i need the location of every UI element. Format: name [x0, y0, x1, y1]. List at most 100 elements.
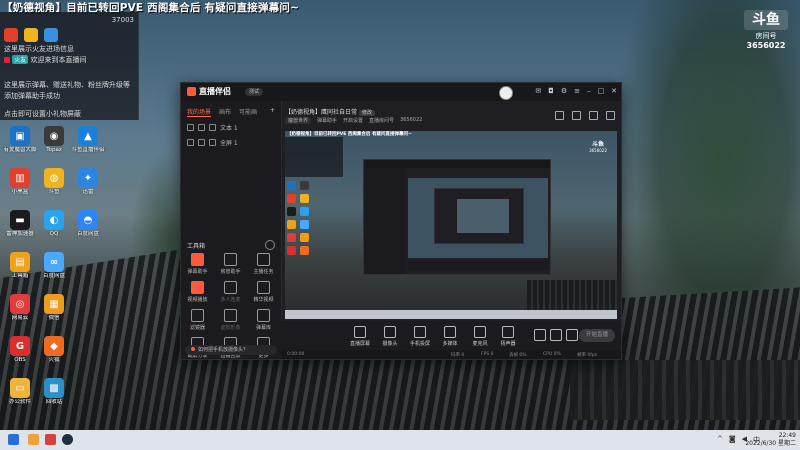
tab-my-scene[interactable]: 我的场景	[187, 107, 212, 117]
app-icon: ◉	[44, 126, 64, 146]
taskbar-clock[interactable]: 22:49 2022/6/30 星期二	[745, 432, 796, 448]
app-version-badge: 测试	[245, 88, 264, 96]
live-preview[interactable]: 【奶德视角】目前已转回PVE 西阁集合后 有疑问直接弹幕问~ 斗鱼 365602…	[285, 131, 617, 319]
tool-label: 弹幕库	[255, 325, 271, 331]
lock-icon[interactable]	[198, 124, 205, 131]
tool-highlight-video[interactable]: 精华视频	[247, 281, 280, 303]
settings-icon[interactable]: ⚙	[561, 87, 567, 95]
desktop-icon[interactable]: ▩ 回收站	[34, 378, 74, 406]
overlay-line5: 点击即可设置小礼物屏蔽	[4, 110, 81, 118]
tool-label: 视频播放	[187, 297, 208, 303]
camera-button[interactable]: 摄像头	[373, 326, 407, 347]
desktop-icon[interactable]: ∞ 百度网盘	[34, 252, 74, 280]
maximize-icon[interactable]: □	[598, 87, 605, 95]
tool-danmaku-lib[interactable]: 弹幕库	[247, 309, 280, 331]
close-icon[interactable]: ✕	[611, 87, 617, 95]
toolbox-settings-icon[interactable]	[265, 240, 275, 250]
app-icon: ▬	[10, 210, 30, 230]
desktop-icon[interactable]: ✦ 迅雷	[68, 168, 108, 196]
fullscreen-icon[interactable]	[606, 111, 615, 120]
gift-icon[interactable]: ◘	[548, 87, 554, 95]
gear-icon[interactable]	[565, 326, 579, 341]
speaker-button[interactable]: 扬声器	[491, 326, 525, 347]
filter-icon	[191, 309, 204, 322]
scene-item-text[interactable]: 文本 1	[181, 117, 281, 132]
lock-icon[interactable]	[198, 139, 205, 146]
network-icon[interactable]: ◙	[729, 435, 736, 445]
tab-third[interactable]: 可能画	[239, 107, 257, 117]
tool-label: 多人连麦	[220, 297, 241, 303]
phone-cast-button[interactable]: 手机投屏	[403, 326, 437, 347]
app-icon: ▦	[44, 294, 64, 314]
toolbox-title: 工具箱	[187, 243, 206, 250]
mic-settings-icon[interactable]	[549, 326, 563, 341]
multimedia-icon	[444, 326, 456, 338]
add-scene-button[interactable]: +	[270, 107, 275, 117]
app-titlebar[interactable]: 直播伴侣 测试 ✉ ◘ ⚙ ≡ – □ ✕	[181, 83, 621, 101]
video-play-icon	[191, 281, 204, 294]
taskbar-app-icon[interactable]	[28, 434, 39, 445]
layout-icon[interactable]	[555, 111, 564, 120]
camera-help-text: 如何把手机放摄像头？	[198, 347, 249, 353]
preview-icon	[287, 246, 296, 255]
tool-video-play[interactable]: 视频播放	[181, 281, 214, 303]
live-companion-window[interactable]: 直播伴侣 测试 ✉ ◘ ⚙ ≡ – □ ✕ 我的场景 画布 可能画 + 文本 1	[180, 82, 622, 360]
preview-icon	[300, 220, 309, 229]
avatar[interactable]	[499, 86, 513, 100]
tab-canvas[interactable]: 画布	[219, 107, 231, 117]
wallpaper-wall	[570, 360, 800, 420]
taskbar-app-icon[interactable]	[62, 434, 73, 445]
tool-avatar[interactable]: 虚拟形象	[214, 309, 247, 331]
scene-panel: 我的场景 画布 可能画 + 文本 1 全屏 1 工具箱 弹幕助手 房管助手 主播任务…	[181, 101, 282, 359]
minimize-icon[interactable]: –	[587, 87, 591, 95]
meta-room-label: 直播房间号	[369, 118, 395, 124]
overlay-badge: 火友	[12, 55, 29, 64]
mirror-icon[interactable]	[572, 111, 581, 120]
info-dot-icon	[191, 347, 195, 351]
tool-streamer-tasks[interactable]: 主播任务	[247, 253, 280, 275]
record-icon[interactable]	[533, 326, 547, 341]
mail-icon[interactable]: ✉	[535, 87, 541, 95]
danmaku-helper-icon	[191, 253, 204, 266]
camera-help-link[interactable]: 如何把手机放摄像头？	[185, 345, 277, 355]
tool-multi-mic[interactable]: 多人连麦	[214, 281, 247, 303]
taskbar-app-icon[interactable]	[45, 434, 56, 445]
desktop-icon[interactable]: ◆ 火狐	[34, 336, 74, 364]
rotate-icon[interactable]	[589, 111, 598, 120]
tool-filter[interactable]: 滤镜器	[181, 309, 214, 331]
status-framerate: 帧率 0fps	[577, 353, 598, 358]
meta-danmaku[interactable]: 弹幕助手	[317, 117, 337, 124]
menu-icon[interactable]: ≡	[574, 87, 580, 95]
preview-icon	[287, 207, 296, 216]
tool-room-admin[interactable]: 房管助手	[214, 253, 247, 275]
tool-label: 房管助手	[220, 269, 241, 275]
app-icon: ◍	[44, 168, 64, 188]
nested-controls	[408, 260, 548, 270]
start-live-button[interactable]: 开始直播	[579, 329, 615, 342]
room-meta: 魔兽世界 弹幕助手 开启设置 直播房间号 3656022	[285, 117, 422, 124]
streamer-tasks-icon	[257, 253, 270, 266]
desktop-icon[interactable]: ▦ 微信	[34, 294, 74, 322]
eye-icon[interactable]	[187, 139, 194, 146]
chevron-up-icon[interactable]: ^	[717, 435, 723, 445]
screen-capture-button[interactable]: 直播屏幕	[343, 326, 377, 347]
room-title-bar: 【奶德视角】鹰同社自日常 修改	[285, 107, 375, 116]
desktop-icon[interactable]: ▲ 斗鱼直播伴侣	[68, 126, 108, 154]
overlay-line1: 这里展示火友进场信息	[4, 45, 74, 53]
edit-room-button[interactable]: 修改	[358, 110, 375, 116]
category-chip[interactable]: 魔兽世界	[285, 117, 312, 124]
app-icon: ▥	[10, 168, 30, 188]
multimedia-button[interactable]: 多媒体	[433, 326, 467, 347]
preview-overlay-panel	[285, 137, 343, 177]
windows-start-icon[interactable]	[8, 434, 19, 445]
scene-label-text: 文本 1	[220, 125, 238, 132]
scene-item-fullscreen[interactable]: 全屏 1	[181, 132, 281, 147]
desktop-icon[interactable]: ◓ 百度网盘	[68, 210, 108, 238]
tool-danmaku-helper[interactable]: 弹幕助手	[181, 253, 214, 275]
preview-icon	[287, 220, 296, 229]
clock-time: 22:49	[778, 432, 796, 439]
status-dropped: 丢帧 0%	[509, 353, 527, 358]
eye-icon[interactable]	[187, 124, 194, 131]
meta-settings[interactable]: 开启设置	[343, 117, 363, 124]
desktop-icon-label: 百度网盘	[76, 231, 99, 237]
